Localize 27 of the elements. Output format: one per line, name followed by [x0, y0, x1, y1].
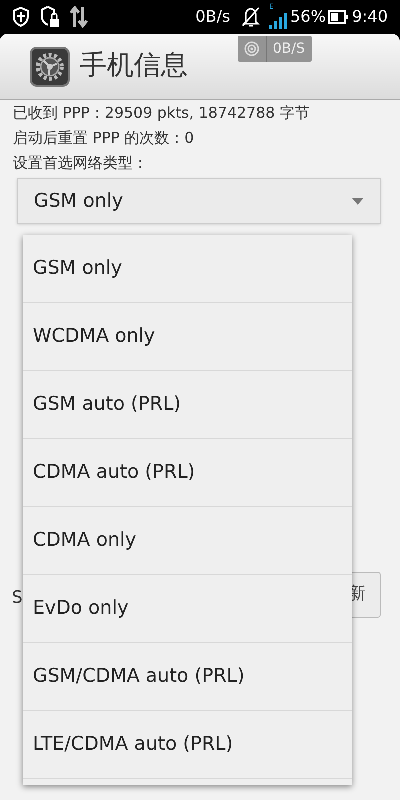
gear-icon [30, 46, 70, 86]
network-speed: 0B/s [196, 6, 230, 28]
app-title: 手机信息 [80, 49, 188, 84]
dropdown-option[interactable]: CDMA auto (PRL) [23, 439, 352, 507]
signal-icon [268, 13, 286, 29]
battery-icon [328, 10, 348, 24]
bell-off-icon [240, 6, 260, 28]
label: S [12, 587, 23, 610]
dropdown-option[interactable]: CDMA only [23, 507, 352, 575]
battery-percent: 56% [290, 6, 326, 28]
dropdown-option[interactable]: WCDMA only [23, 303, 352, 371]
hotspot-icon [244, 41, 260, 57]
info-line: 已收到 PPP：29509 pkts, 18742788 字节 [13, 103, 311, 124]
clock: 9:40 [352, 6, 388, 28]
dropdown-option[interactable]: LTE/CDMA auto (PRL) [23, 711, 352, 779]
dropdown-option[interactable]: GSM/CDMA auto (PRL) [23, 643, 352, 711]
info-line: 启动后重置 PPP 的次数：0 [13, 128, 196, 149]
dropdown-option[interactable]: GSM only [23, 235, 352, 303]
shield-lock-icon [40, 6, 60, 28]
shield-icon [12, 7, 30, 27]
data-arrows-icon [70, 6, 88, 28]
speed-text: 0B/S [273, 40, 306, 58]
dropdown-option[interactable]: EvDo only [23, 575, 352, 643]
network-type-spinner[interactable]: GSM only [17, 178, 381, 224]
dropdown-option[interactable]: GSM auto (PRL) [23, 371, 352, 439]
network-type-label: 设置首选网络类型： [13, 153, 149, 174]
dropdown-arrow-icon [352, 198, 364, 204]
